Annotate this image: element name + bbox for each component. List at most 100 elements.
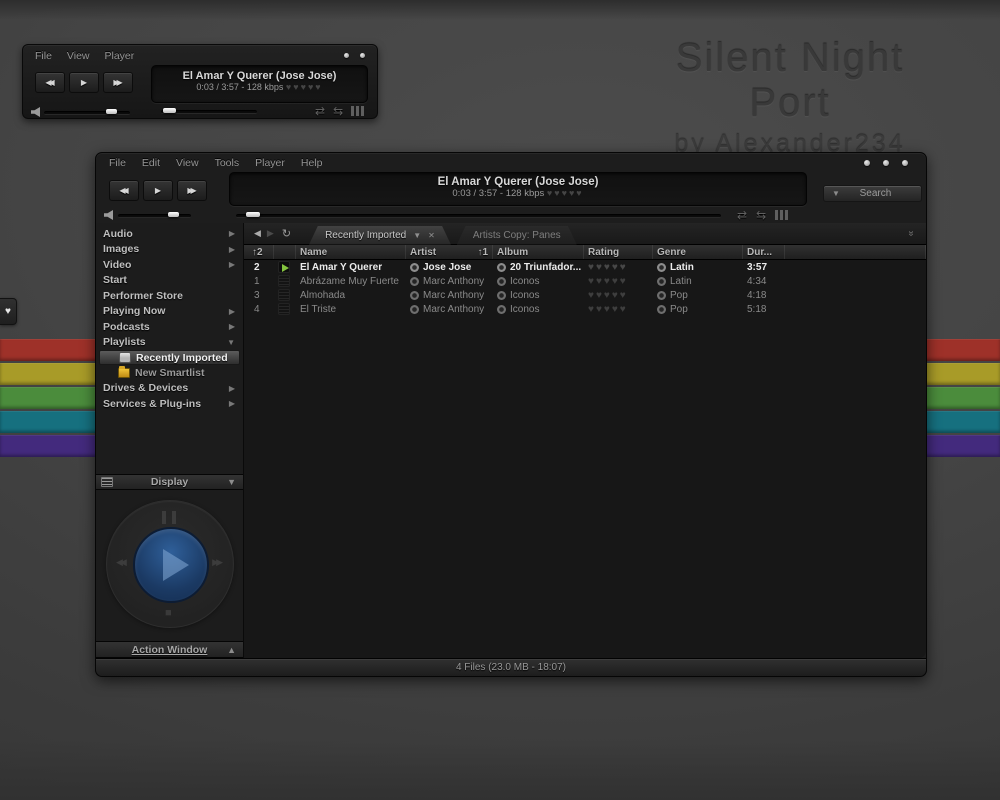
tab-close-icon[interactable]: ✕ (428, 231, 435, 240)
column-name[interactable]: Name (296, 245, 406, 259)
track-row[interactable]: 3 Almohada Marc Anthony Iconos ♥♥♥♥♥ Pop… (244, 288, 926, 302)
sidebar-item-services-plugins[interactable]: Services & Plug-ins▶ (96, 396, 243, 412)
tab-artists-copy-panes[interactable]: Artists Copy: Panes (457, 226, 577, 245)
sidebar-item-audio[interactable]: Audio▶ (96, 226, 243, 242)
column-icon[interactable] (274, 245, 296, 259)
mini-volume-icon[interactable] (31, 107, 41, 117)
previous-button[interactable]: ◀◀ (109, 180, 139, 201)
sidebar-item-playlists[interactable]: Playlists▼ (96, 335, 243, 351)
display-panel-header[interactable]: Display ▼ (96, 474, 243, 490)
volume-slider[interactable] (118, 214, 191, 218)
cell-rating[interactable]: ♥♥♥♥♥ (584, 262, 653, 273)
track-row[interactable]: 2 El Amar Y Querer Jose Jose 20 Triunfad… (244, 260, 926, 274)
menu-tools[interactable]: Tools (215, 157, 240, 169)
close-button[interactable] (902, 160, 908, 166)
mini-seek-slider[interactable] (161, 110, 257, 114)
tab-dropdown-icon[interactable]: ▼ (413, 231, 421, 240)
link-icon[interactable] (497, 263, 506, 272)
back-icon[interactable]: ◀ (254, 228, 261, 239)
menu-help[interactable]: Help (301, 157, 323, 169)
mini-menu-view[interactable]: View (67, 50, 90, 62)
mini-play-button[interactable]: ▶ (69, 72, 99, 93)
link-icon[interactable] (410, 291, 419, 300)
link-icon[interactable] (657, 277, 666, 286)
menu-view[interactable]: View (176, 157, 199, 169)
action-window-header[interactable]: Action Window ▲ (96, 641, 243, 658)
refresh-icon[interactable]: ↻ (282, 227, 291, 240)
chevron-down-icon[interactable]: ▼ (227, 477, 236, 487)
link-icon[interactable] (410, 263, 419, 272)
play-button[interactable]: ▶ (143, 180, 173, 201)
rating-hearts[interactable]: ♥♥♥♥♥ (588, 262, 628, 273)
rating-hearts[interactable]: ♥♥♥♥♥ (588, 304, 628, 315)
seek-thumb[interactable] (246, 212, 260, 217)
column-album[interactable]: Album (493, 245, 584, 259)
search-box[interactable]: ▼ Search (823, 185, 922, 202)
sidebar-item-images[interactable]: Images▶ (96, 242, 243, 258)
maximize-button[interactable] (883, 160, 889, 166)
menu-player[interactable]: Player (255, 157, 285, 169)
link-icon[interactable] (410, 277, 419, 286)
sidebar-item-performer-store[interactable]: Performer Store (96, 288, 243, 304)
sidebar-item-playing-now[interactable]: Playing Now▶ (96, 304, 243, 320)
link-icon[interactable] (657, 291, 666, 300)
shuffle-icon[interactable]: ⇄ (315, 104, 325, 118)
volume-thumb[interactable] (168, 212, 179, 217)
sidebar-item-podcasts[interactable]: Podcasts▶ (96, 319, 243, 335)
mini-seek-thumb[interactable] (163, 108, 176, 113)
equalizer-icon[interactable] (351, 106, 354, 116)
repeat-icon[interactable]: ⇆ (756, 208, 766, 222)
link-icon[interactable] (657, 263, 666, 272)
menu-file[interactable]: File (109, 157, 126, 169)
minimize-button[interactable] (864, 160, 870, 166)
mini-menu-file[interactable]: File (35, 50, 52, 62)
repeat-icon[interactable]: ⇆ (333, 104, 343, 118)
rewind-icon[interactable]: ◀◀ (116, 557, 124, 568)
link-icon[interactable] (497, 305, 506, 314)
link-icon[interactable] (410, 305, 419, 314)
mini-volume-slider[interactable] (44, 111, 130, 115)
mini-rating-hearts[interactable]: ♥♥♥♥♥ (286, 82, 323, 92)
column-duration[interactable]: Dur... (743, 245, 785, 259)
sidebar-item-recently-imported[interactable]: Recently Imported (99, 350, 240, 365)
stop-icon[interactable]: ■ (165, 607, 172, 619)
link-icon[interactable] (657, 305, 666, 314)
mini-volume-thumb[interactable] (106, 109, 117, 114)
mini-previous-button[interactable]: ◀◀ (35, 72, 65, 93)
equalizer-icon[interactable] (775, 210, 778, 220)
cell-rating[interactable]: ♥♥♥♥♥ (584, 304, 653, 315)
track-row[interactable]: 1 Abrázame Muy Fuerte Marc Anthony Icono… (244, 274, 926, 288)
dpad-play-button[interactable] (133, 527, 209, 603)
link-icon[interactable] (497, 277, 506, 286)
sidebar-item-start[interactable]: Start (96, 273, 243, 289)
sidebar-item-drives-devices[interactable]: Drives & Devices▶ (96, 381, 243, 397)
rating-hearts[interactable]: ♥♥♥♥♥ (547, 188, 584, 198)
mini-menu-player[interactable]: Player (105, 50, 135, 62)
pause-icon[interactable] (162, 511, 176, 524)
mini-close-button[interactable] (360, 53, 365, 58)
chevron-up-icon[interactable]: ▲ (227, 645, 236, 655)
forward-icon[interactable]: ▶ (267, 228, 274, 239)
mini-next-button[interactable]: ▶▶ (103, 72, 133, 93)
next-button[interactable]: ▶▶ (177, 180, 207, 201)
tab-recently-imported[interactable]: Recently Imported ▼ ✕ (309, 226, 451, 245)
cell-rating[interactable]: ♥♥♥♥♥ (584, 290, 653, 301)
tab-overflow-icon[interactable]: » (906, 231, 917, 237)
track-row[interactable]: 4 El Triste Marc Anthony Iconos ♥♥♥♥♥ Po… (244, 302, 926, 316)
search-dropdown-icon[interactable]: ▼ (832, 189, 840, 198)
rating-hearts[interactable]: ♥♥♥♥♥ (588, 290, 628, 301)
link-icon[interactable] (497, 291, 506, 300)
seek-slider[interactable] (236, 214, 721, 218)
cell-rating[interactable]: ♥♥♥♥♥ (584, 276, 653, 287)
sidebar-item-video[interactable]: Video▶ (96, 257, 243, 273)
fast-forward-icon[interactable]: ▶▶ (212, 557, 220, 568)
shuffle-icon[interactable]: ⇄ (737, 208, 747, 222)
sidebar-item-new-smartlist[interactable]: New Smartlist (96, 365, 243, 381)
volume-icon[interactable] (104, 210, 114, 220)
column-genre[interactable]: Genre (653, 245, 743, 259)
menu-edit[interactable]: Edit (142, 157, 160, 169)
column-artist[interactable]: Artist↑1 (406, 245, 493, 259)
column-sort-number[interactable]: ↑2 (244, 245, 274, 259)
mini-minimize-button[interactable] (344, 53, 349, 58)
favorites-edge-tab[interactable]: ♥ (0, 298, 17, 325)
